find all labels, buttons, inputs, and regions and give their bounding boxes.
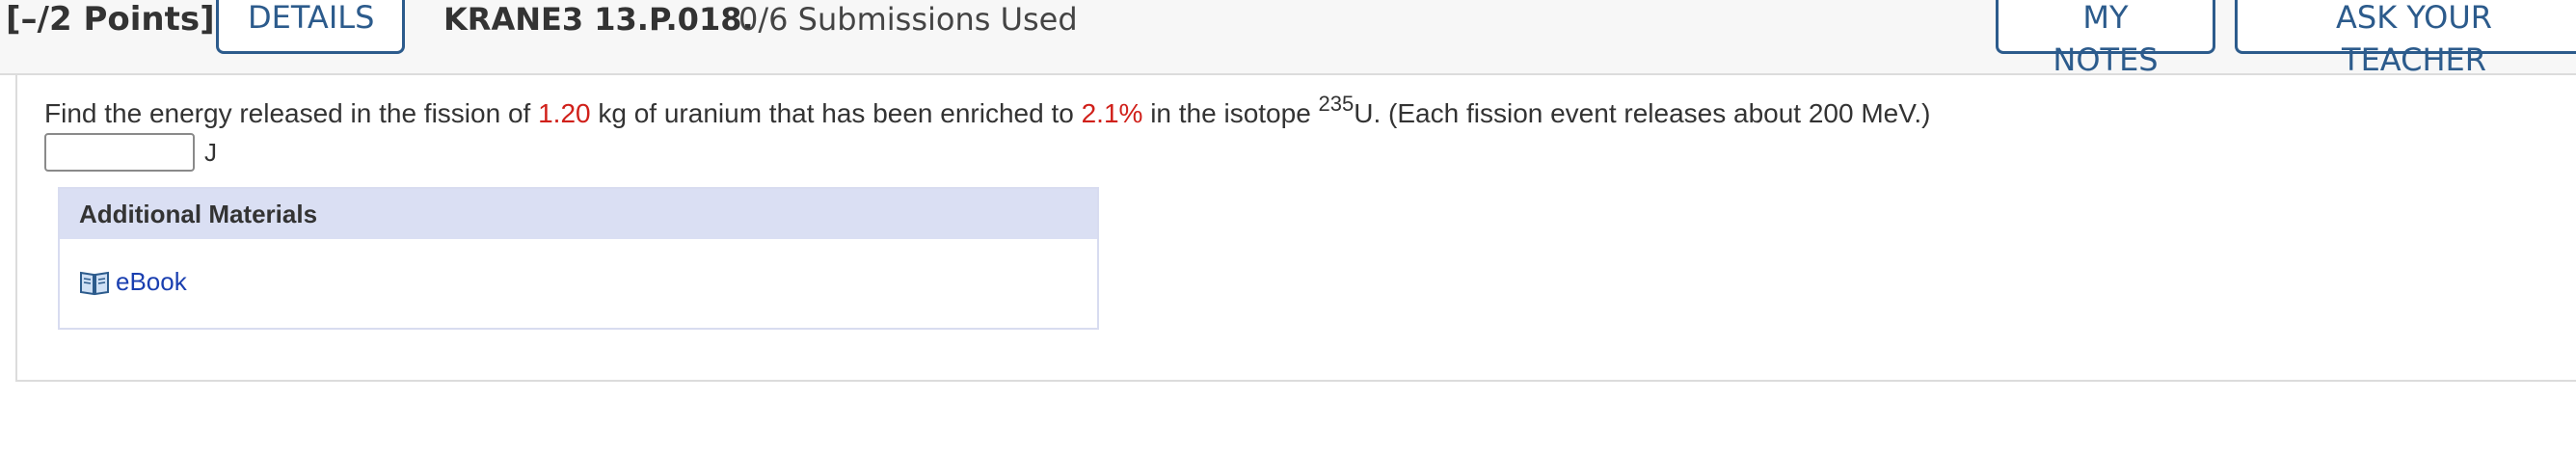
- mass-value: 1.20: [538, 98, 591, 128]
- isotope-superscript: 235: [1318, 92, 1355, 116]
- question-id: KRANE3 13.P.018.: [443, 1, 754, 38]
- my-notes-button[interactable]: MY NOTES: [1996, 0, 2215, 78]
- answer-unit: J: [204, 138, 217, 167]
- ebook-link[interactable]: eBook: [79, 262, 187, 301]
- question-text-part4: U. (Each fission event releases about 20…: [1354, 98, 1931, 128]
- ask-teacher-button[interactable]: ASK YOUR TEACHER: [2235, 0, 2576, 78]
- book-icon: [79, 268, 110, 296]
- question-text: Find the energy released in the fission …: [44, 92, 1931, 135]
- additional-materials-title: Additional Materials: [60, 189, 1097, 239]
- answer-input[interactable]: [44, 133, 195, 172]
- ebook-label[interactable]: eBook: [116, 262, 187, 301]
- question-text-part1: Find the energy released in the fission …: [44, 98, 539, 128]
- question-header: [–/2 Points] DETAILS KRANE3 13.P.018. 0/…: [0, 0, 2576, 78]
- question-text-part2: kg of uranium that has been enriched to: [590, 98, 1082, 128]
- points-label: [–/2 Points]: [6, 0, 215, 39]
- question-text-part3: in the isotope: [1142, 98, 1319, 128]
- percent-value: 2.1%: [1081, 98, 1143, 128]
- submissions-count: 0/6 Submissions Used: [738, 1, 1078, 38]
- details-button[interactable]: DETAILS: [216, 0, 405, 54]
- additional-materials-panel: Additional Materials eBook: [58, 187, 1099, 330]
